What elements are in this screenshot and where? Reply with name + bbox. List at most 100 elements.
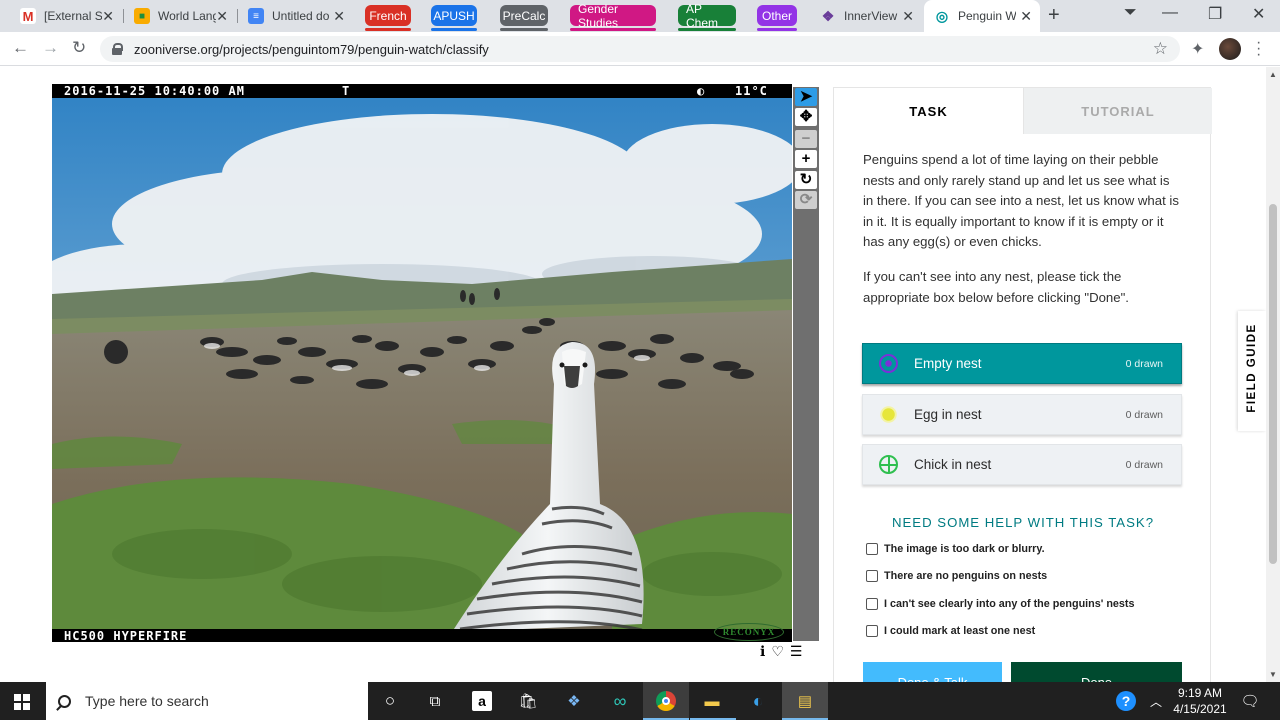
innerview-icon: ❖ — [821, 7, 835, 24]
windows-start-icon[interactable] — [14, 694, 30, 710]
task-tabs: TASK TUTORIAL — [834, 88, 1212, 134]
chrome-icon[interactable] — [656, 691, 676, 711]
bookmark-star-icon[interactable]: ☆ — [1153, 39, 1168, 59]
tab-group-french[interactable]: French — [365, 5, 411, 31]
help-option-too-dark[interactable]: The image is too dark or blurry. — [866, 543, 1045, 555]
tab-group-other[interactable]: Other — [757, 5, 797, 31]
move-icon[interactable]: ✥ — [795, 108, 817, 126]
show-hidden-icons-icon[interactable]: ︿ — [1146, 691, 1166, 711]
close-tab-icon[interactable]: ✕ — [216, 8, 228, 24]
forward-icon[interactable]: → — [42, 38, 59, 58]
task-view-icon[interactable]: ⧉ — [425, 691, 445, 711]
reset-view-icon[interactable]: ⟳ — [795, 191, 817, 209]
subject-meta-icons: ℹ ♡ ☰ — [760, 643, 802, 660]
info-icon[interactable]: ℹ — [760, 643, 765, 660]
cortana-icon[interactable]: ○ — [380, 691, 400, 711]
tool-egg-in-nest[interactable]: Egg in nest 0 drawn — [862, 394, 1182, 435]
tool-count: 0 drawn — [1125, 408, 1163, 421]
edge-icon[interactable]: ◐ — [748, 691, 768, 711]
help-heading: NEED SOME HELP WITH THIS TASK? — [891, 515, 1155, 530]
tool-chick-in-nest[interactable]: Chick in nest 0 drawn — [862, 444, 1182, 485]
dropbox-icon[interactable]: ❖ — [564, 691, 584, 711]
favorite-heart-icon[interactable]: ♡ — [771, 643, 784, 660]
instruction-paragraph: Penguins spend a lot of time laying on t… — [863, 152, 1179, 250]
amazon-icon[interactable]: a — [472, 691, 492, 711]
arduino-icon[interactable]: ∞ — [610, 691, 630, 711]
help-option-cant-see-nests[interactable]: I can't see clearly into any of the peng… — [866, 598, 1135, 610]
browser-tab-innerview[interactable]: ❖ InnerView ✕ — [810, 0, 922, 32]
capture-datetime: 2016-11-25 10:40:00 AM — [64, 84, 245, 98]
viewer-toolbar: ➤ ✥ − + ↻ ⟳ — [793, 87, 819, 641]
zoom-out-icon[interactable]: − — [795, 130, 817, 148]
profile-avatar[interactable] — [1219, 38, 1241, 60]
file-explorer-icon[interactable]: ▬ — [702, 691, 722, 711]
browser-tab-penguin-watch[interactable]: ◎ Penguin W ✕ — [924, 0, 1040, 32]
rotate-icon[interactable]: ↻ — [795, 171, 817, 189]
zoom-in-icon[interactable]: + — [795, 150, 817, 168]
tab-tutorial[interactable]: TUTORIAL — [1023, 88, 1212, 134]
tab-task[interactable]: TASK — [834, 88, 1023, 134]
scroll-up-icon[interactable]: ▲ — [1269, 70, 1277, 79]
lock-icon — [112, 43, 123, 55]
close-window-icon[interactable]: ✕ — [1252, 4, 1265, 24]
store-icon[interactable]: 🛍 — [518, 691, 538, 711]
tab-strip: M [External Se ✕ ■ World Lang ✕ ≡ Untitl… — [0, 0, 1280, 32]
close-tab-icon[interactable]: ✕ — [902, 8, 914, 24]
checkbox-label: There are no penguins on nests — [884, 570, 1048, 582]
browser-tab-docs[interactable]: ≡ Untitled do ✕ — [238, 0, 353, 32]
tab-title: Penguin W — [958, 9, 1016, 23]
tab-title: [External Se — [44, 9, 102, 23]
reload-icon[interactable]: ↻ — [72, 38, 86, 58]
tab-group-gender-studies[interactable]: Gender Studies — [570, 2, 656, 31]
help-tray-icon[interactable]: ? — [1116, 691, 1136, 711]
minimize-icon[interactable]: — — [1162, 4, 1178, 22]
field-guide-tab[interactable]: FIELD GUIDE — [1238, 311, 1266, 431]
instruction-paragraph: If you can't see into any nest, please t… — [863, 268, 1129, 305]
collections-list-icon[interactable]: ☰ — [790, 643, 803, 660]
subject-photo — [52, 84, 792, 642]
tool-empty-nest[interactable]: Empty nest 0 drawn — [862, 343, 1182, 384]
address-bar[interactable]: zooniverse.org/projects/penguintom79/pen… — [100, 36, 1180, 62]
restore-icon[interactable]: ❐ — [1208, 4, 1222, 24]
tab-search-icon[interactable]: ⏷ — [1124, 4, 1137, 22]
subject-viewer[interactable]: 2016-11-25 10:40:00 AM T ◐ 11°C HC500 HY… — [52, 84, 792, 642]
checkbox[interactable] — [866, 543, 878, 555]
checkbox-label: The image is too dark or blurry. — [884, 543, 1045, 555]
system-clock[interactable]: 9:19 AM 4/15/2021 — [1168, 685, 1232, 717]
checkbox[interactable] — [866, 570, 878, 582]
scroll-down-icon[interactable]: ▼ — [1269, 670, 1277, 679]
tab-group-precalc[interactable]: PreCalc — [500, 5, 548, 31]
annotate-pointer-icon[interactable]: ➤ — [795, 88, 817, 106]
capture-flag: T — [342, 84, 351, 98]
close-tab-icon[interactable]: ✕ — [102, 8, 114, 24]
new-tab-icon[interactable]: + — [1048, 4, 1060, 27]
chrome-menu-icon[interactable]: · · · — [1256, 35, 1261, 63]
checkbox[interactable] — [866, 598, 878, 610]
tab-group-ap-chem[interactable]: AP Chem — [678, 2, 736, 31]
notifications-icon[interactable]: 🗨 — [1240, 691, 1260, 711]
browser-tab-classroom[interactable]: ■ World Lang ✕ — [124, 0, 236, 32]
sticky-notes-icon[interactable]: ▤ — [795, 691, 815, 711]
scrollbar-thumb[interactable] — [1269, 204, 1277, 564]
back-icon[interactable]: ← — [12, 38, 29, 58]
done-and-talk-button[interactable]: Done & Talk — [863, 662, 1002, 682]
checkbox[interactable] — [866, 625, 878, 637]
close-tab-icon[interactable]: ✕ — [1020, 8, 1032, 24]
chick-crosshair-icon — [879, 455, 898, 474]
search-placeholder: Type here to search — [85, 693, 209, 709]
browser-tab-gmail[interactable]: M [External Se ✕ — [10, 0, 122, 32]
docs-icon: ≡ — [248, 8, 264, 24]
page-content: 2016-11-25 10:40:00 AM T ◐ 11°C HC500 HY… — [0, 67, 1266, 682]
tab-group-apush[interactable]: APUSH — [431, 5, 477, 31]
tool-count: 0 drawn — [1125, 458, 1163, 471]
browser-toolbar: ← → ↻ zooniverse.org/projects/penguintom… — [0, 32, 1280, 66]
taskbar-search[interactable]: Type here to search — [46, 682, 368, 720]
help-option-marked-one-nest[interactable]: I could mark at least one nest — [866, 625, 1035, 637]
close-tab-icon[interactable]: ✕ — [333, 8, 345, 24]
help-option-no-penguins[interactable]: There are no penguins on nests — [866, 570, 1047, 582]
page-scrollbar[interactable]: ▲ ▼ — [1266, 67, 1280, 682]
task-instructions: Penguins spend a lot of time laying on t… — [863, 150, 1183, 322]
done-button[interactable]: Done — [1011, 662, 1182, 682]
moon-phase-icon: ◐ — [697, 84, 706, 98]
extensions-icon[interactable]: ✦ — [1191, 39, 1204, 59]
